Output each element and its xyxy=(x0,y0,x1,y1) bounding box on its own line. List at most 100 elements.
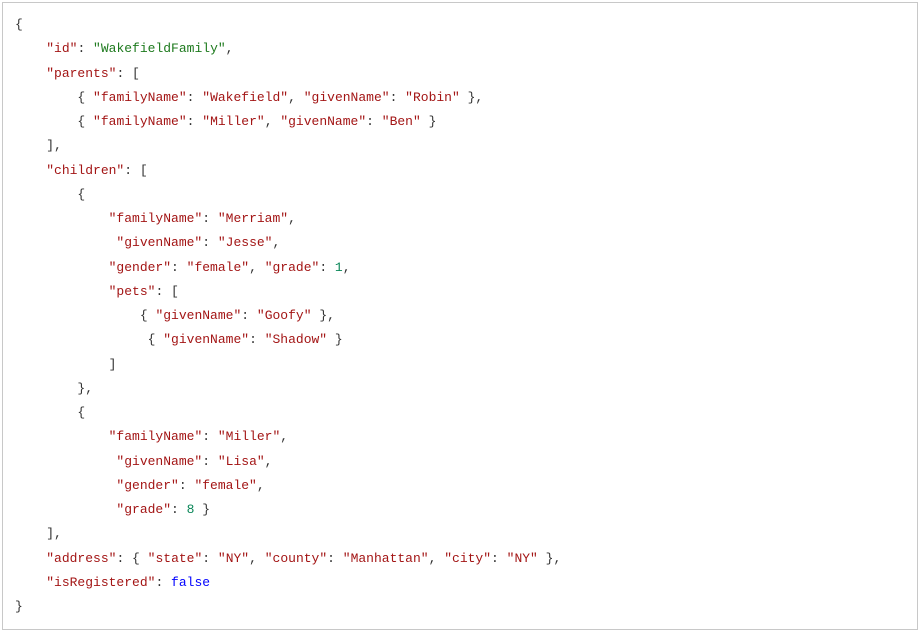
code-line: "givenName": "Jesse", xyxy=(15,231,905,255)
key-givenname: "givenName" xyxy=(304,90,390,105)
code-line: ], xyxy=(15,522,905,546)
code-line: }, xyxy=(15,377,905,401)
comma: , xyxy=(288,211,296,226)
brace-close: } xyxy=(319,308,327,323)
key-isregistered: "isRegistered" xyxy=(46,575,155,590)
code-line: ], xyxy=(15,134,905,158)
comma: , xyxy=(249,260,257,275)
val-female: "female" xyxy=(187,260,249,275)
colon: : xyxy=(77,41,93,56)
colon: : xyxy=(124,163,140,178)
val-miller: "Miller" xyxy=(218,429,280,444)
code-line: { xyxy=(15,401,905,425)
key-givenname: "givenName" xyxy=(280,114,366,129)
colon: : xyxy=(116,66,132,81)
val-goofy: "Goofy" xyxy=(257,308,312,323)
colon: : xyxy=(327,551,343,566)
code-block: { "id": "WakefieldFamily", "parents": [ … xyxy=(2,2,918,630)
code-line: { xyxy=(15,13,905,37)
code-line: } xyxy=(15,595,905,619)
val-jesse: "Jesse" xyxy=(218,235,273,250)
code-line: { "familyName": "Wakefield", "givenName"… xyxy=(15,86,905,110)
colon: : xyxy=(202,235,218,250)
brace-open: { xyxy=(148,332,156,347)
code-line: "gender": "female", xyxy=(15,474,905,498)
key-familyname: "familyName" xyxy=(93,114,187,129)
colon: : xyxy=(116,551,132,566)
key-familyname: "familyName" xyxy=(109,429,203,444)
comma: , xyxy=(475,90,483,105)
val-grade8: 8 xyxy=(187,502,195,517)
colon: : xyxy=(155,284,171,299)
brace-open: { xyxy=(15,17,23,32)
comma: , xyxy=(343,260,351,275)
colon: : xyxy=(202,551,218,566)
val-merriam: "Merriam" xyxy=(218,211,288,226)
key-state: "state" xyxy=(148,551,203,566)
code-line: "grade": 8 } xyxy=(15,498,905,522)
colon: : xyxy=(187,90,203,105)
colon: : xyxy=(187,114,203,129)
comma: , xyxy=(257,478,265,493)
key-familyname: "familyName" xyxy=(93,90,187,105)
key-gender: "gender" xyxy=(109,260,171,275)
code-line: "pets": [ xyxy=(15,280,905,304)
colon: : xyxy=(366,114,382,129)
key-children: "children" xyxy=(46,163,124,178)
val-false: false xyxy=(171,575,210,590)
key-city: "city" xyxy=(444,551,491,566)
comma: , xyxy=(54,526,62,541)
colon: : xyxy=(171,502,187,517)
code-line: "gender": "female", "grade": 1, xyxy=(15,256,905,280)
code-line: "familyName": "Miller", xyxy=(15,425,905,449)
colon: : xyxy=(171,260,187,275)
brace-close: } xyxy=(429,114,437,129)
colon: : xyxy=(491,551,507,566)
val-grade1: 1 xyxy=(335,260,343,275)
colon: : xyxy=(202,454,218,469)
key-givenname: "givenName" xyxy=(155,308,241,323)
key-parents: "parents" xyxy=(46,66,116,81)
key-givenname: "givenName" xyxy=(116,235,202,250)
code-line: "familyName": "Merriam", xyxy=(15,207,905,231)
val-robin: "Robin" xyxy=(405,90,460,105)
code-line: "givenName": "Lisa", xyxy=(15,450,905,474)
brace-close: } xyxy=(15,599,23,614)
colon: : xyxy=(179,478,195,493)
comma: , xyxy=(280,429,288,444)
colon: : xyxy=(319,260,335,275)
bracket-open: [ xyxy=(171,284,179,299)
val-ben: "Ben" xyxy=(382,114,421,129)
key-grade: "grade" xyxy=(265,260,320,275)
key-county: "county" xyxy=(265,551,327,566)
code-line: "parents": [ xyxy=(15,62,905,86)
code-line: { "givenName": "Goofy" }, xyxy=(15,304,905,328)
key-givenname: "givenName" xyxy=(163,332,249,347)
code-line: "isRegistered": false xyxy=(15,571,905,595)
colon: : xyxy=(249,332,265,347)
brace-open: { xyxy=(77,114,85,129)
colon: : xyxy=(155,575,171,590)
comma: , xyxy=(249,551,257,566)
key-givenname: "givenName" xyxy=(116,454,202,469)
brace-open: { xyxy=(132,551,140,566)
brace-open: { xyxy=(77,187,85,202)
val-miller: "Miller" xyxy=(202,114,264,129)
colon: : xyxy=(202,211,218,226)
comma: , xyxy=(54,138,62,153)
colon: : xyxy=(202,429,218,444)
val-manhattan: "Manhattan" xyxy=(343,551,429,566)
bracket-close: ] xyxy=(109,357,117,372)
comma: , xyxy=(272,235,280,250)
colon: : xyxy=(241,308,257,323)
code-line: "children": [ xyxy=(15,159,905,183)
key-address: "address" xyxy=(46,551,116,566)
brace-open: { xyxy=(140,308,148,323)
comma: , xyxy=(429,551,437,566)
code-line: "address": { "state": "NY", "county": "M… xyxy=(15,547,905,571)
val-shadow: "Shadow" xyxy=(265,332,327,347)
val-ny: "NY" xyxy=(218,551,249,566)
key-gender: "gender" xyxy=(116,478,178,493)
bracket-close: ] xyxy=(46,138,54,153)
comma: , xyxy=(288,90,296,105)
